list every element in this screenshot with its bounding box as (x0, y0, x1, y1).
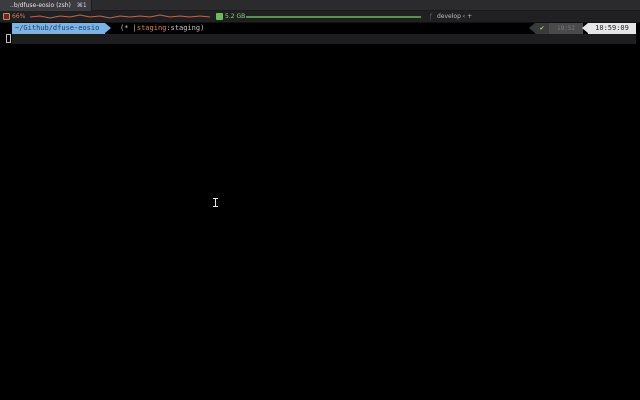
cpu-graph (30, 14, 210, 19)
terminal-output[interactable] (0, 44, 640, 400)
cpu-usage: 66% (12, 13, 26, 20)
prompt-path: ~/Github/dfuse-eosio (12, 23, 112, 34)
memory-graph (246, 16, 421, 18)
prompt-line: ~/Github/dfuse-eosio (* |staging:staging… (0, 23, 640, 34)
git-remote: :staging) (166, 24, 205, 32)
status-ok-icon: ✔ (529, 23, 549, 34)
prompt-divider (12, 34, 636, 44)
git-branch-icon: ᚴ (429, 13, 434, 21)
memory-icon (216, 13, 223, 20)
status-bar: 66% 5.2 GB ᚴ develop ‹ + (0, 11, 640, 23)
prompt-git-status: (* |staging:staging) (120, 23, 204, 34)
prompt-elapsed: 19:52 (549, 23, 583, 34)
tab-title: ..b/dfuse-eosio (zsh) (10, 2, 71, 9)
git-branch-status: develop ‹ + (437, 13, 473, 20)
git-branch-name: staging (136, 24, 167, 32)
cpu-icon (3, 13, 10, 20)
text-cursor (6, 34, 11, 43)
tab-shortcut: ⌘1 (76, 2, 87, 9)
memory-usage: 5.2 GB (225, 13, 246, 20)
tab-zsh[interactable]: ..b/dfuse-eosio (zsh) ⌘1 (0, 0, 92, 11)
ibeam-cursor-icon (213, 198, 218, 207)
tab-bar: ..b/dfuse-eosio (zsh) ⌘1 (0, 0, 640, 11)
prompt-clock: 10:59:09 (582, 23, 636, 34)
git-dirty-marker: * (124, 24, 129, 32)
